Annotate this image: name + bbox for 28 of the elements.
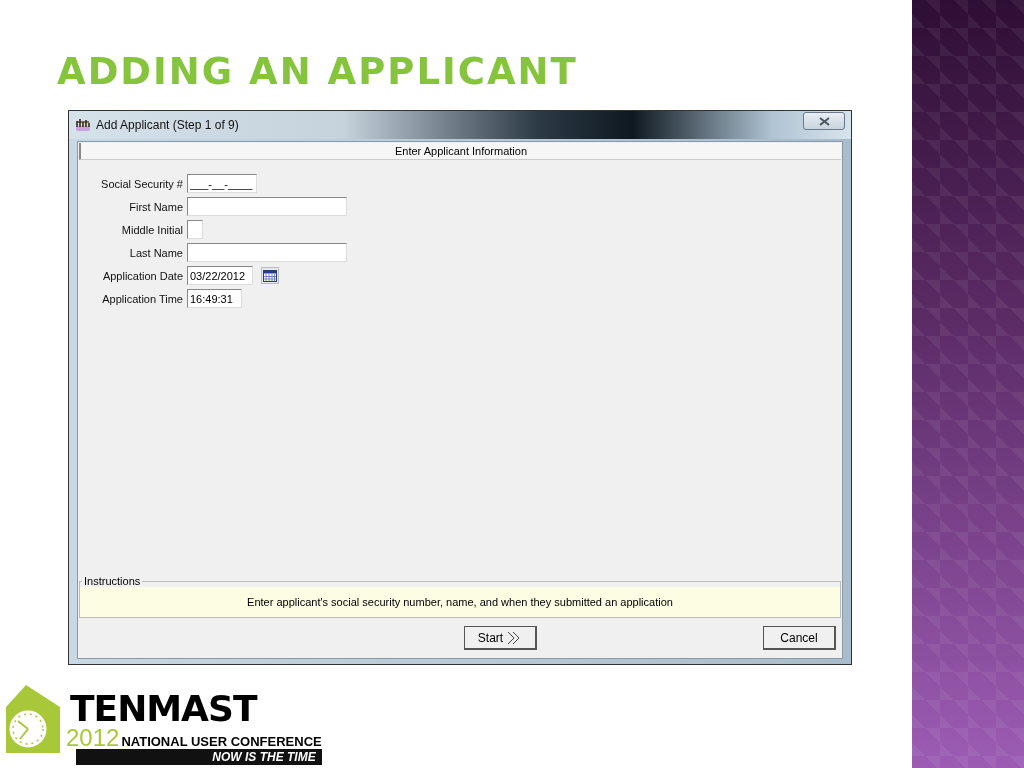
slide-title: ADDING AN APPLICANT — [57, 49, 579, 95]
input-field[interactable] — [187, 197, 347, 216]
input-field[interactable]: 16:49:31 — [187, 289, 242, 308]
field-label: Application Time — [101, 292, 183, 305]
calendar-button[interactable] — [261, 267, 279, 284]
input-field[interactable] — [187, 243, 347, 262]
close-icon — [818, 116, 830, 126]
close-button[interactable] — [803, 112, 845, 130]
logo-year: 2012 — [66, 727, 120, 749]
logo-name: TENMAST — [70, 691, 259, 727]
section-header: Enter Applicant Information — [79, 143, 841, 160]
start-button[interactable]: Start — [464, 626, 537, 650]
instructions-legend: Instructions — [82, 575, 143, 587]
instructions-text: Enter applicant's social security number, name, and when they submitted an application — [80, 587, 840, 617]
calendar-icon — [263, 269, 277, 282]
app-icon — [75, 118, 91, 132]
field-label: Middle Initial — [120, 223, 183, 236]
input-field[interactable] — [187, 220, 203, 239]
logo-tagline: NOW IS THE TIME — [76, 749, 322, 765]
logo-subtitle: NATIONAL USER CONFERENCE — [121, 734, 322, 749]
field-label: Application Date — [101, 269, 183, 282]
input-field[interactable]: ___-__-____ — [187, 174, 257, 193]
field-label: Last Name — [128, 246, 183, 259]
input-field[interactable]: 03/22/2012 — [187, 266, 253, 285]
field-label: First Name — [128, 200, 183, 213]
window-title: Add Applicant (Step 1 of 9) — [96, 118, 240, 132]
cancel-button[interactable]: Cancel — [763, 626, 836, 650]
field-label: Social Security # — [100, 177, 183, 190]
